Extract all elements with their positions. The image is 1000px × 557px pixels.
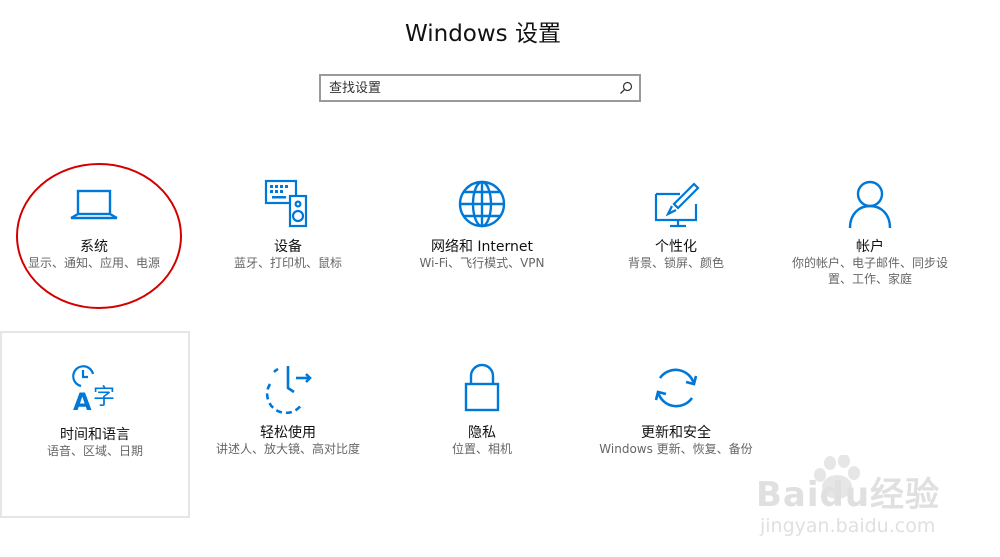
lock-icon	[456, 362, 508, 414]
svg-text:字: 字	[93, 385, 115, 410]
tile-label: 更新和安全	[641, 425, 711, 441]
tile-privacy[interactable]: 隐私 位置、相机	[392, 0, 572, 456]
baidu-watermark: Baidu经验 jingyan.baidu.com	[740, 454, 980, 545]
tile-description: 蓝牙、打印机、鼠标	[233, 256, 343, 270]
tile-time-language[interactable]: A 字 时间和语言 语音、区域、日期	[0, 331, 190, 518]
tile-label: 隐私	[468, 425, 496, 441]
tile-label: 个性化	[655, 239, 697, 255]
globe-icon	[456, 178, 508, 230]
paw-icon	[814, 454, 860, 499]
person-icon	[844, 178, 896, 230]
tile-system[interactable]: 系统 显示、通知、应用、电源	[4, 0, 184, 270]
tile-description: 背景、锁屏、颜色	[627, 256, 725, 270]
svg-text:A: A	[73, 388, 92, 416]
tile-description: 显示、通知、应用、电源	[27, 256, 161, 270]
watermark-brand: Baidu经验	[756, 475, 941, 515]
sync-icon	[650, 362, 702, 414]
tile-label: 设备	[274, 239, 302, 255]
tile-label: 轻松使用	[260, 425, 316, 441]
tile-description: 讲述人、放大镜、高对比度	[215, 442, 361, 456]
tile-ease-of-access[interactable]: 轻松使用 讲述人、放大镜、高对比度	[198, 0, 378, 456]
tile-description: 语音、区域、日期	[46, 444, 144, 458]
tile-label: 时间和语言	[60, 427, 130, 443]
time-language-icon: A 字	[69, 364, 121, 416]
tile-label: 系统	[80, 239, 108, 255]
tile-description: 位置、相机	[451, 442, 513, 456]
tile-label: 帐户	[856, 239, 884, 255]
laptop-icon	[68, 178, 120, 230]
tile-description: 你的帐户、电子邮件、同步设置、工作、家庭	[792, 256, 949, 286]
tile-label: 网络和 Internet	[430, 239, 534, 255]
tile-description: Wi-Fi、飞行模式、VPN	[419, 256, 545, 270]
ease-of-access-icon	[262, 362, 314, 414]
tile-update-security[interactable]: 更新和安全 Windows 更新、恢复、备份	[586, 0, 766, 456]
tile-description: Windows 更新、恢复、备份	[599, 442, 753, 456]
devices-icon	[262, 178, 314, 230]
tile-accounts[interactable]: 帐户 你的帐户、电子邮件、同步设置、工作、家庭	[780, 0, 960, 286]
personalization-icon	[650, 178, 702, 230]
watermark-url: jingyan.baidu.com	[760, 515, 936, 537]
